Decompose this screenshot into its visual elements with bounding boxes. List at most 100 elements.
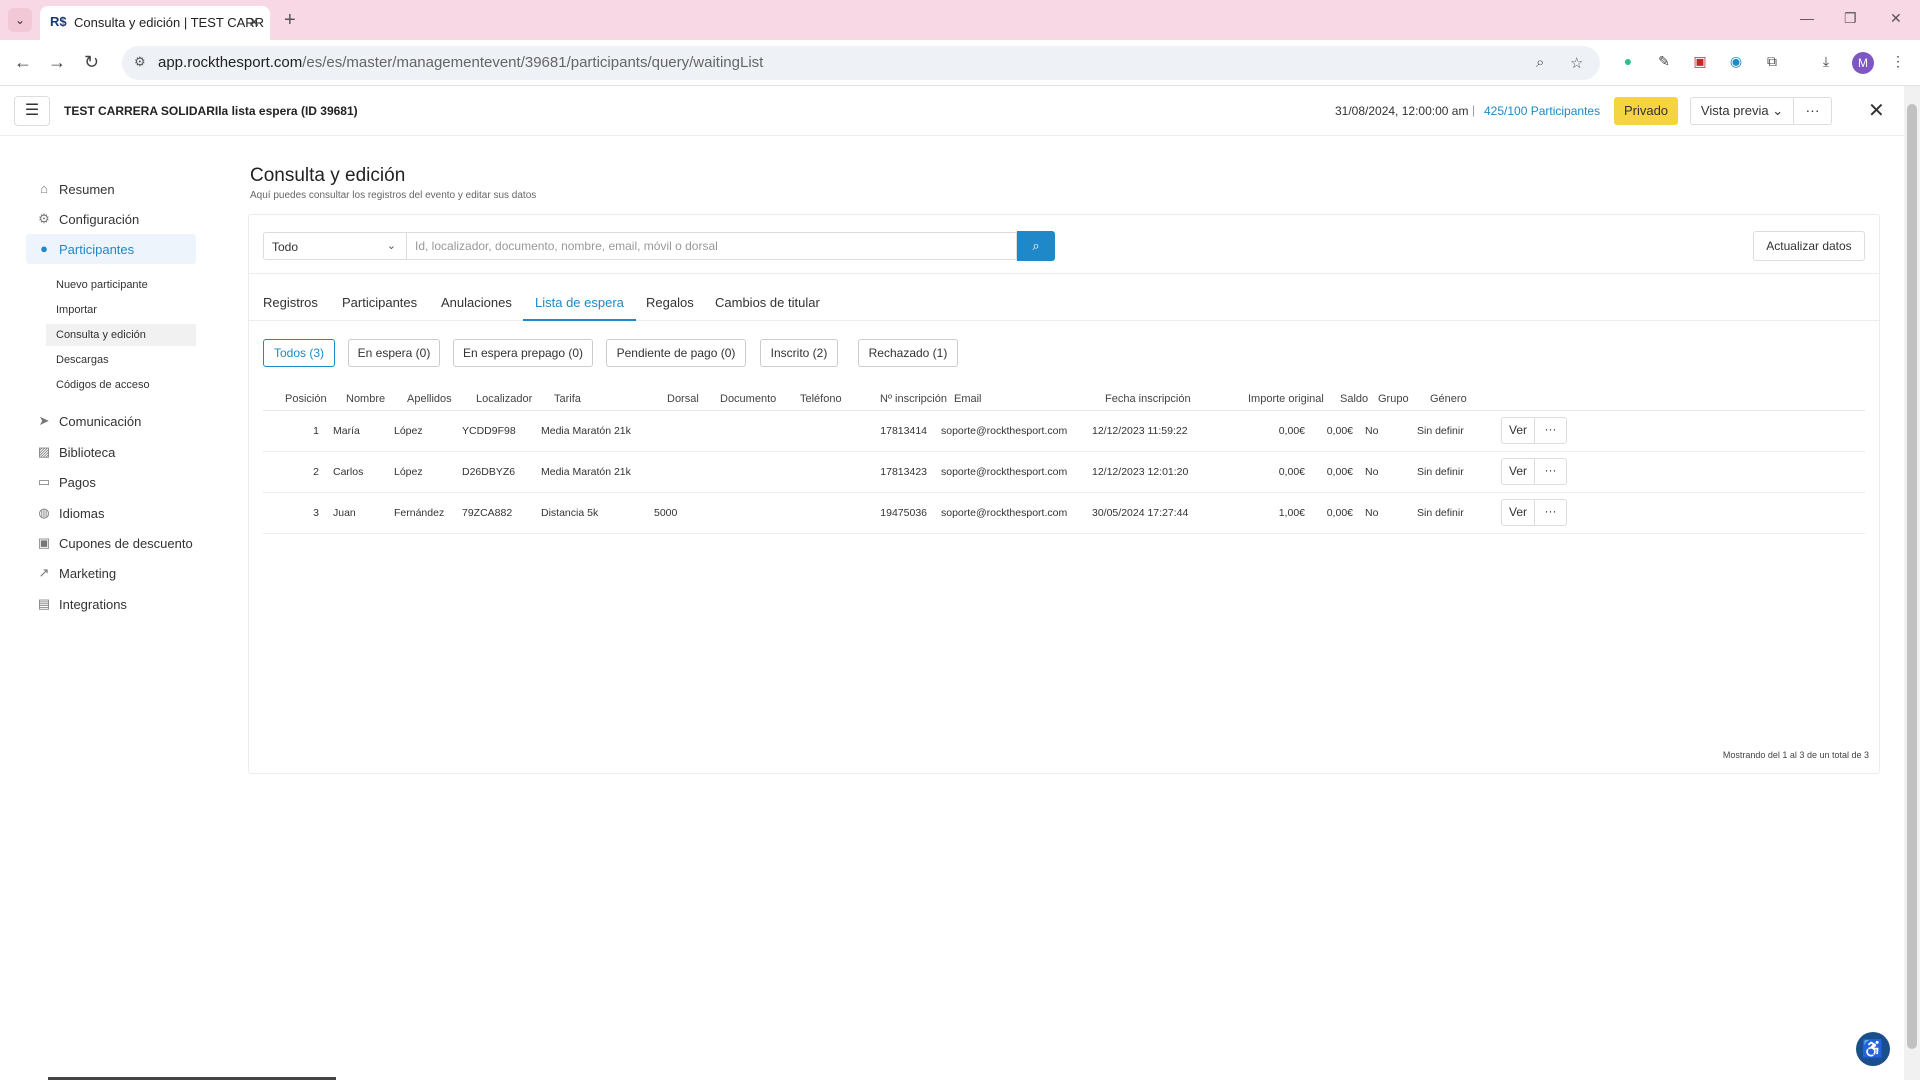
sidebar-item-resumen[interactable]: ⌂ Resumen [26,174,196,204]
cell-inscripcion: 17813423 [880,466,927,478]
column-header[interactable]: Apellidos [407,393,452,405]
column-header[interactable]: Documento [720,393,776,405]
browser-tab[interactable]: R$ Consulta y edición | TEST CARR ✕ [40,6,270,40]
column-header[interactable]: Dorsal [667,393,699,405]
sidebar-item-integrations[interactable]: ▤ Integrations [26,589,196,619]
column-header[interactable]: Localizador [476,393,532,405]
column-header[interactable]: Nº inscripción [880,393,947,405]
accessibility-icon[interactable]: ♿ [1856,1032,1890,1066]
column-header[interactable]: Tarifa [554,393,581,405]
filter-pill-en-espera[interactable]: En espera (0) [348,339,440,367]
sidebar-item-marketing[interactable]: ↗ Marketing [26,558,196,588]
chevron-down-icon: ⌄ [386,240,396,252]
capture-extension-icon[interactable]: ◉ [1726,53,1746,73]
ver-button[interactable]: Ver [1501,458,1535,485]
ver-button[interactable]: Ver [1501,499,1535,526]
url-text[interactable]: app.rockthesport.com/es/es/master/manage… [158,54,763,71]
table-row[interactable]: 2 Carlos López D26DBYZ6 Media Maratón 21… [263,452,1865,493]
table-row[interactable]: 1 María López YCDD9F98 Media Maratón 21k… [263,411,1865,452]
scrollbar-thumb[interactable] [1907,104,1917,1049]
address-bar[interactable]: ⚙ app.rockthesport.com/es/es/master/mana… [122,46,1600,80]
reload-icon[interactable]: ↻ [84,52,99,73]
filter-pill-inscrito[interactable]: Inscrito (2) [760,339,838,367]
sidebar-subitem-importar[interactable]: Importar [46,299,196,321]
cell-inscripcion: 17813414 [880,425,927,437]
column-header[interactable]: Importe original [1248,393,1324,405]
home-icon: ⌂ [40,181,48,196]
cell-grupo: No [1365,425,1379,437]
tab-cambios-de-titular[interactable]: Cambios de titular [715,295,820,321]
search-input[interactable] [407,232,1017,260]
row-more-button[interactable]: ··· [1535,458,1567,485]
close-tab-icon[interactable]: ✕ [248,14,260,31]
restore-icon[interactable]: ❐ [1844,10,1857,27]
filter-pill-pendiente-de-pago[interactable]: Pendiente de pago (0) [606,339,746,367]
cell-posicion: 2 [313,466,319,478]
private-button[interactable]: Privado [1614,97,1678,125]
column-header[interactable]: Género [1430,393,1467,405]
pen-extension-icon[interactable]: ✎ [1654,53,1674,73]
row-more-button[interactable]: ··· [1535,417,1567,444]
tab-registros[interactable]: Registros [263,295,318,321]
column-header[interactable]: Nombre [346,393,385,405]
search-button[interactable]: ⌕ [1017,231,1055,261]
extension-icon[interactable]: ● [1618,53,1638,73]
header-more-button[interactable]: ··· [1794,97,1832,125]
column-header[interactable]: Fecha inscripción [1105,393,1191,405]
tab-regalos[interactable]: Regalos [646,295,694,321]
preview-button[interactable]: Vista previa ⌄ [1690,97,1794,125]
cell-localizador: 79ZCA882 [462,507,513,519]
tab-participantes[interactable]: Participantes [342,295,417,321]
table-row[interactable]: 3 Juan Fernández 79ZCA882 Distancia 5k 5… [263,493,1865,534]
column-header[interactable]: Teléfono [800,393,842,405]
sidebar-item-idiomas[interactable]: ◍ Idiomas [26,498,196,528]
profile-avatar[interactable]: M [1852,52,1874,74]
tab-anulaciones[interactable]: Anulaciones [441,295,512,321]
site-settings-icon[interactable]: ⚙ [134,54,146,70]
filter-select[interactable]: Todo ⌄ [263,232,407,260]
sidebar-subitem-codigos[interactable]: Códigos de acceso [46,374,196,396]
back-icon[interactable]: ← [14,52,32,73]
download-icon[interactable]: ⤓ [1816,53,1836,73]
sidebar-item-comunicacion[interactable]: ➤ Comunicación [26,406,196,436]
tabs-row: Registros Participantes Anulaciones List… [249,285,1879,321]
column-header[interactable]: Email [954,393,982,405]
new-tab-icon[interactable]: + [284,9,296,32]
filter-pill-en-espera-prepago[interactable]: En espera prepago (0) [453,339,593,367]
column-header[interactable]: Grupo [1378,393,1409,405]
forward-icon[interactable]: → [48,52,66,73]
filter-pill-todos[interactable]: Todos (3) [263,339,335,367]
sidebar-item-configuracion[interactable]: ⚙ Configuración [26,204,196,234]
row-more-button[interactable]: ··· [1535,499,1567,526]
sidebar-item-pagos[interactable]: ▭ Pagos [26,467,196,497]
participants-count[interactable]: 425/100 Participantes [1484,104,1600,118]
sidebar-subitem-nuevo-participante[interactable]: Nuevo participante [46,274,196,296]
sidebar-item-participantes[interactable]: ● Participantes [26,234,196,264]
sidebar-item-biblioteca[interactable]: ▨ Biblioteca [26,437,196,467]
close-icon[interactable]: ✕ [1868,98,1885,123]
cell-nombre: Juan [333,507,356,519]
puzzle-icon[interactable]: ⧉ [1762,53,1782,73]
tab-list-chevron-icon[interactable]: ⌄ [8,8,32,32]
minimize-icon[interactable]: — [1800,10,1814,26]
tab-lista-de-espera[interactable]: Lista de espera [523,295,636,321]
sidebar-subitem-descargas[interactable]: Descargas [46,349,196,371]
zoom-icon[interactable]: ⌕ [1536,54,1544,71]
refresh-data-button[interactable]: Actualizar datos [1753,231,1865,261]
ver-button[interactable]: Ver [1501,417,1535,444]
hamburger-menu-icon[interactable]: ☰ [14,96,50,126]
cell-inscripcion: 19475036 [880,507,927,519]
page-scrollbar[interactable] [1904,86,1920,1080]
browser-menu-icon[interactable]: ⋮ [1888,53,1908,73]
sidebar-subitem-consulta[interactable]: Consulta y edición [46,324,196,346]
window-close-icon[interactable]: ✕ [1890,10,1902,27]
filter-pill-rechazado[interactable]: Rechazado (1) [858,339,958,367]
sidebar-item-cupones[interactable]: ▣ Cupones de descuento [26,528,196,558]
cell-importe: 1,00€ [1278,507,1305,519]
column-header[interactable]: Posición [285,393,327,405]
star-icon[interactable]: ☆ [1570,54,1583,72]
user-icon: ● [40,241,48,256]
column-header[interactable]: Saldo [1340,393,1368,405]
content-card: Todo ⌄ ⌕ Actualizar datos Registros Part… [248,214,1880,774]
new-extension-icon[interactable]: ▣ [1690,53,1710,73]
